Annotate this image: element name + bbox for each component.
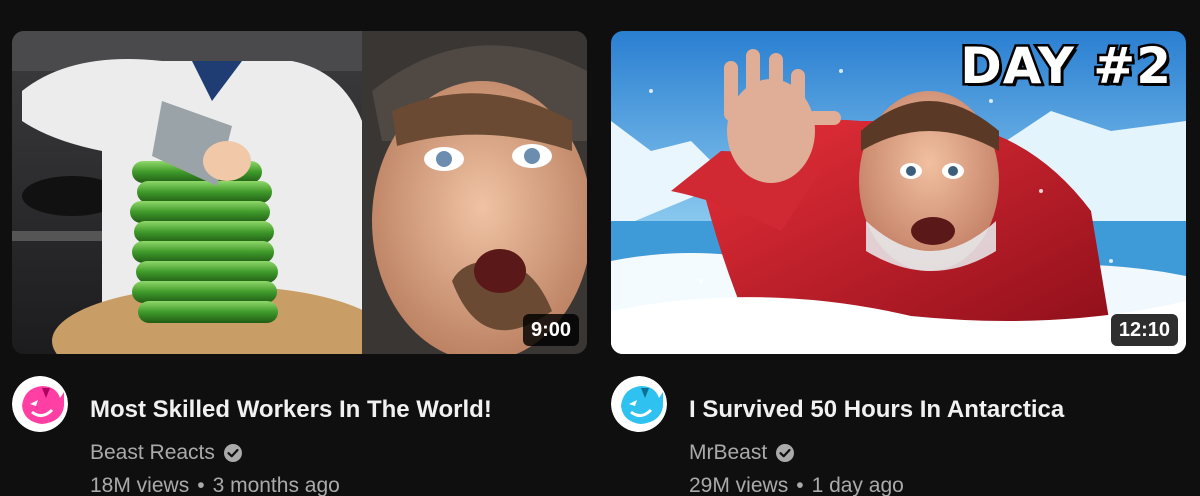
upload-age: 1 day ago: [811, 474, 904, 496]
video-title[interactable]: I Survived 50 Hours In Antarctica: [689, 396, 1064, 424]
video-title[interactable]: Most Skilled Workers In The World!: [90, 396, 492, 424]
video-card[interactable]: DAY #2 12:10 I Survived 50 Hours In Anta…: [611, 31, 1186, 496]
beast-reacts-logo: [12, 376, 68, 432]
video-duration: 9:00: [522, 314, 579, 346]
video-stats: 29M views • 1 day ago: [689, 474, 904, 496]
channel-avatar[interactable]: [611, 376, 667, 432]
channel-name-row: MrBeast: [689, 441, 795, 465]
thumbnail-image: [12, 31, 587, 354]
video-card[interactable]: 9:00 Most Skilled Workers In The World! …: [12, 31, 587, 496]
thumbnail-overlay-text: DAY #2: [958, 35, 1174, 98]
channel-name[interactable]: Beast Reacts: [90, 441, 215, 465]
view-count: 18M views: [90, 474, 190, 496]
video-thumbnail[interactable]: 9:00: [12, 31, 587, 354]
video-duration: 12:10: [1110, 314, 1178, 346]
video-thumbnail[interactable]: DAY #2 12:10: [611, 31, 1186, 354]
separator-dot: •: [197, 474, 205, 496]
verified-check-icon: [223, 444, 242, 462]
separator-dot: •: [796, 474, 804, 496]
channel-name[interactable]: MrBeast: [689, 441, 767, 465]
channel-avatar[interactable]: [12, 376, 68, 432]
channel-name-row: Beast Reacts: [90, 441, 243, 465]
upload-age: 3 months ago: [212, 474, 340, 496]
video-stats: 18M views • 3 months ago: [90, 474, 340, 496]
view-count: 29M views: [689, 474, 789, 496]
verified-check-icon: [776, 444, 795, 462]
mrbeast-logo: [611, 376, 667, 432]
